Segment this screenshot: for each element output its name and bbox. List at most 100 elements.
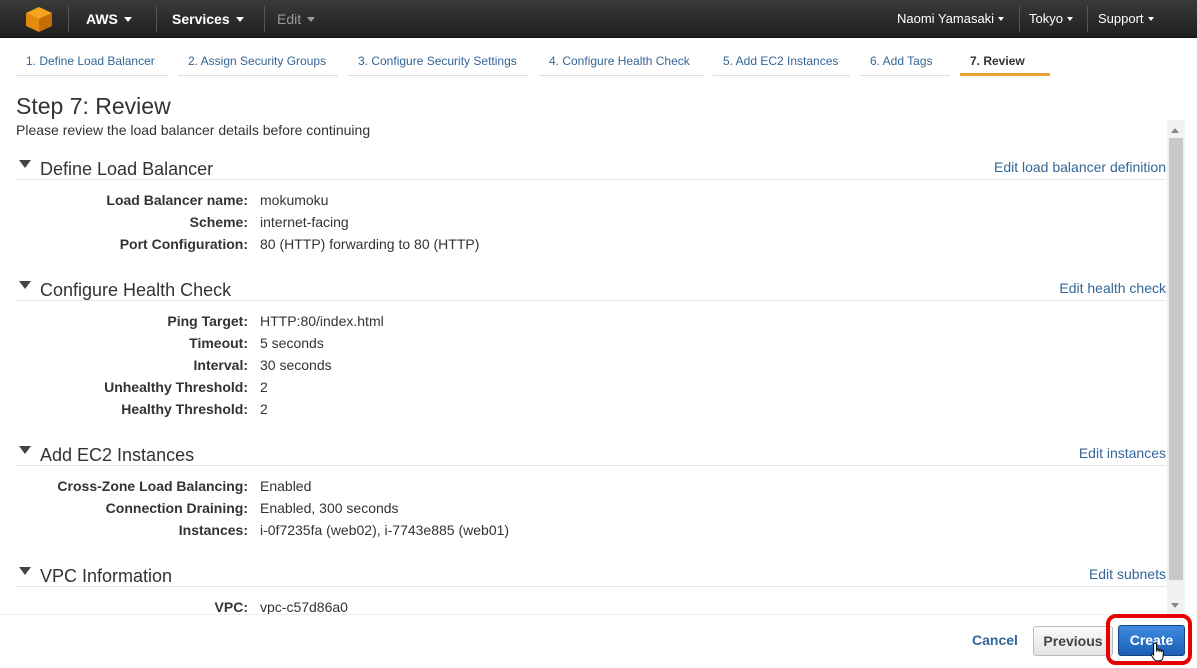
detail-label: Connection Draining: bbox=[105, 500, 248, 516]
user-name: Naomi Yamasaki bbox=[897, 11, 995, 26]
section-header: Configure Health Check Edit health check bbox=[16, 271, 1166, 301]
tab-assign-security-groups[interactable]: 2. Assign Security Groups bbox=[178, 48, 338, 76]
detail-label: Port Configuration: bbox=[119, 236, 248, 252]
scroll-down-arrow-icon[interactable] bbox=[1171, 603, 1179, 608]
page-subtitle: Please review the load balancer details … bbox=[16, 122, 371, 138]
edit-health-check-link[interactable]: Edit health check bbox=[1059, 280, 1166, 296]
chevron-down-icon bbox=[998, 16, 1005, 21]
wizard-steps: 1. Define Load Balancer 2. Assign Securi… bbox=[0, 38, 1197, 80]
detail-row: Timeout: 5 seconds bbox=[16, 332, 1166, 354]
nav-separator bbox=[68, 6, 69, 32]
section-add-ec2-instances: Add EC2 Instances Edit instances Cross-Z… bbox=[16, 436, 1166, 541]
detail-label: Scheme: bbox=[189, 214, 248, 230]
collapse-triangle-icon[interactable] bbox=[19, 567, 31, 575]
section-title: Add EC2 Instances bbox=[40, 445, 195, 465]
section-configure-health-check: Configure Health Check Edit health check… bbox=[16, 271, 1166, 420]
detail-label: Ping Target: bbox=[167, 313, 248, 329]
tab-configure-security-settings[interactable]: 3. Configure Security Settings bbox=[348, 48, 529, 76]
tab-add-ec2-instances[interactable]: 5. Add EC2 Instances bbox=[713, 48, 850, 76]
cancel-link[interactable]: Cancel bbox=[972, 632, 1018, 648]
detail-row: Cross-Zone Load Balancing: Enabled bbox=[16, 475, 1166, 497]
detail-row: Scheme: internet-facing bbox=[16, 211, 1166, 233]
tab-define-load-balancer[interactable]: 1. Define Load Balancer bbox=[16, 48, 168, 76]
edit-instances-link[interactable]: Edit instances bbox=[1079, 445, 1166, 461]
services-menu[interactable]: Services bbox=[172, 0, 244, 38]
edit-menu[interactable]: Edit bbox=[277, 0, 316, 38]
aws-menu-label: AWS bbox=[86, 11, 118, 27]
edit-subnets-link[interactable]: Edit subnets bbox=[1089, 566, 1166, 582]
detail-value: Enabled bbox=[260, 478, 312, 494]
page-title: Step 7: Review bbox=[16, 93, 171, 119]
detail-list: VPC: vpc-c57d86a0 bbox=[16, 587, 1166, 614]
collapse-triangle-icon[interactable] bbox=[19, 446, 31, 454]
detail-row: VPC: vpc-c57d86a0 bbox=[16, 596, 1166, 614]
section-define-load-balancer: Define Load Balancer Edit load balancer … bbox=[16, 150, 1166, 255]
detail-row: Healthy Threshold: 2 bbox=[16, 398, 1166, 420]
nav-separator bbox=[156, 6, 157, 32]
detail-value: HTTP:80/index.html bbox=[260, 313, 384, 329]
detail-row: Interval: 30 seconds bbox=[16, 354, 1166, 376]
detail-label: Timeout: bbox=[189, 335, 248, 351]
detail-label: VPC: bbox=[214, 599, 248, 614]
detail-value: 80 (HTTP) forwarding to 80 (HTTP) bbox=[260, 236, 480, 252]
detail-label: Cross-Zone Load Balancing: bbox=[57, 478, 248, 494]
chevron-down-icon bbox=[1147, 16, 1154, 21]
chevron-down-icon bbox=[307, 16, 316, 22]
chevron-down-icon bbox=[235, 16, 244, 22]
top-navigation-bar: AWS Services Edit Naomi Yamasaki Tokyo S… bbox=[0, 0, 1197, 38]
scroll-up-arrow-icon[interactable] bbox=[1171, 128, 1179, 133]
aws-menu[interactable]: AWS bbox=[86, 0, 132, 38]
tab-review[interactable]: 7. Review bbox=[960, 48, 1050, 76]
scrollbar-thumb[interactable] bbox=[1169, 138, 1183, 580]
detail-row: Connection Draining: Enabled, 300 seconds bbox=[16, 497, 1166, 519]
services-menu-label: Services bbox=[172, 11, 230, 27]
detail-list: Load Balancer name: mokumoku Scheme: inter… bbox=[16, 180, 1166, 255]
section-title: Configure Health Check bbox=[40, 280, 232, 300]
detail-row: Ping Target: HTTP:80/index.html bbox=[16, 310, 1166, 332]
detail-value: mokumoku bbox=[260, 192, 329, 208]
review-scroll-area[interactable]: Define Load Balancer Edit load balancer … bbox=[0, 150, 1167, 614]
nav-separator bbox=[264, 6, 265, 32]
tab-configure-health-check[interactable]: 4. Configure Health Check bbox=[539, 48, 704, 76]
region-name: Tokyo bbox=[1029, 11, 1063, 26]
detail-row: Port Configuration: 80 (HTTP) forwarding … bbox=[16, 233, 1166, 255]
detail-list: Ping Target: HTTP:80/index.html Timeout: 5… bbox=[16, 301, 1166, 420]
chevron-down-icon bbox=[1066, 16, 1073, 21]
detail-label: Instances: bbox=[178, 522, 248, 538]
detail-value: i-0f7235fa (web02), i-7743e885 (web01) bbox=[260, 522, 510, 538]
section-header: Define Load Balancer Edit load balancer … bbox=[16, 150, 1166, 180]
detail-value: Enabled, 300 seconds bbox=[260, 500, 399, 516]
detail-list: Cross-Zone Load Balancing: Enabled Connec… bbox=[16, 466, 1166, 541]
vertical-scrollbar[interactable] bbox=[1167, 120, 1185, 614]
collapse-triangle-icon[interactable] bbox=[19, 281, 31, 289]
detail-value: 2 bbox=[260, 379, 268, 395]
section-vpc-information: VPC Information Edit subnets VPC: vpc-c57… bbox=[16, 557, 1166, 614]
detail-label: Interval: bbox=[193, 357, 248, 373]
collapse-triangle-icon[interactable] bbox=[19, 160, 31, 168]
detail-label: Healthy Threshold: bbox=[121, 401, 248, 417]
detail-label: Load Balancer name: bbox=[106, 192, 248, 208]
detail-value: vpc-c57d86a0 bbox=[260, 599, 348, 614]
user-menu[interactable]: Naomi Yamasaki bbox=[897, 0, 1005, 38]
section-title: VPC Information bbox=[40, 566, 173, 586]
region-menu[interactable]: Tokyo bbox=[1029, 0, 1073, 38]
detail-row: Unhealthy Threshold: 2 bbox=[16, 376, 1166, 398]
aws-cube-logo-icon[interactable] bbox=[22, 4, 56, 34]
previous-button[interactable]: Previous bbox=[1033, 626, 1113, 656]
nav-separator bbox=[1019, 6, 1020, 32]
section-header: VPC Information Edit subnets bbox=[16, 557, 1166, 587]
detail-row: Instances: i-0f7235fa (web02), i-7743e885… bbox=[16, 519, 1166, 541]
detail-value: 30 seconds bbox=[260, 357, 332, 373]
footer-divider bbox=[0, 614, 1197, 615]
detail-value: 2 bbox=[260, 401, 268, 417]
section-title: Define Load Balancer bbox=[40, 159, 214, 179]
edit-load-balancer-definition-link[interactable]: Edit load balancer definition bbox=[994, 159, 1166, 175]
nav-separator bbox=[1087, 6, 1088, 32]
detail-label: Unhealthy Threshold: bbox=[104, 379, 248, 395]
tab-add-tags[interactable]: 6. Add Tags bbox=[860, 48, 950, 76]
detail-row: Load Balancer name: mokumoku bbox=[16, 189, 1166, 211]
detail-value: internet-facing bbox=[260, 214, 349, 230]
edit-menu-label: Edit bbox=[277, 11, 302, 27]
support-menu[interactable]: Support bbox=[1098, 0, 1154, 38]
support-label: Support bbox=[1098, 11, 1144, 26]
